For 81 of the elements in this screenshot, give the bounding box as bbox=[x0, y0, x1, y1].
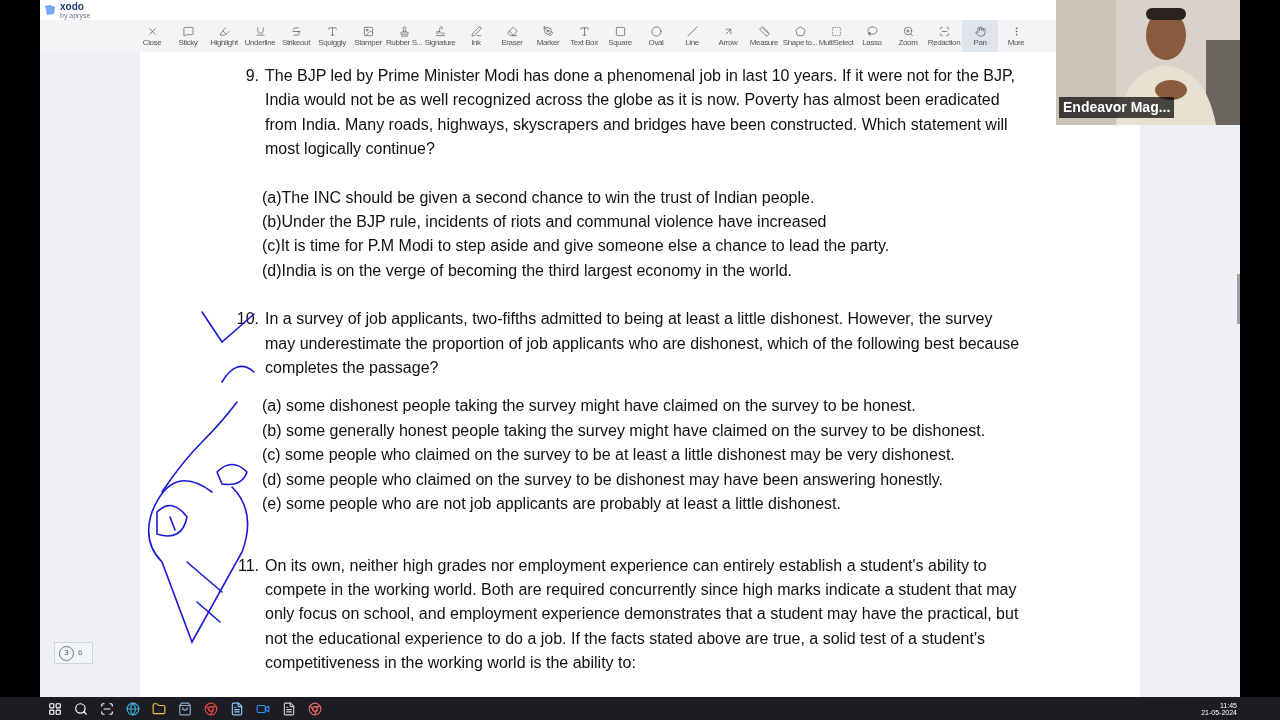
answer-option: (a) some dishonest people taking the survey might have claimed on the survey to be honest. bbox=[262, 394, 1140, 419]
toolbar-button[interactable]: Lasso bbox=[854, 20, 890, 52]
app-logo: xodo bbox=[60, 1, 85, 12]
answer-option: (b) some generally honest people taking the survey might have claimed on the survey to be dishonest. bbox=[262, 418, 1140, 444]
toolbar-button[interactable]: Stamper bbox=[350, 20, 386, 52]
highlighter-icon bbox=[218, 25, 230, 37]
scrollbar[interactable] bbox=[1237, 274, 1240, 324]
question-text-line: only focus on school, and employment experience demonstrates that a student may have the practical, but bbox=[265, 604, 1019, 625]
letter-icon bbox=[326, 25, 338, 37]
toolbar-button[interactable]: Squiggly bbox=[314, 20, 350, 52]
toolbar-button[interactable]: Measure bbox=[746, 20, 782, 52]
toolbar-button[interactable]: Oval bbox=[638, 20, 674, 52]
search-icon[interactable] bbox=[74, 701, 88, 716]
question-text-line: most logically continue? bbox=[265, 139, 436, 160]
logo-icon bbox=[44, 4, 56, 16]
question-text-line: On its own, neither high grades nor employment experience can entirely establish a student's ability to bbox=[265, 555, 988, 576]
question-text-line: The BJP led by Prime Minister Modi has done a phenomenal job in last 10 years. If it were not for the BJP, bbox=[265, 66, 1016, 86]
toolbar-button[interactable]: Square bbox=[602, 20, 638, 52]
image-icon bbox=[362, 25, 374, 37]
toolbar-button[interactable]: Line bbox=[674, 20, 710, 52]
signature-icon bbox=[434, 25, 446, 37]
ruler-icon bbox=[758, 25, 770, 37]
question-text-line: completes the passage? bbox=[265, 358, 440, 379]
participant-name: Endeavor Mag... bbox=[1059, 97, 1175, 118]
close-icon bbox=[146, 25, 158, 37]
answer-option: (c) some people who claimed on the survey to be at least a little dishonest may be very dishonest. bbox=[262, 443, 1140, 468]
toolbar-button[interactable]: Signature bbox=[422, 20, 458, 52]
question-text-line: from India. Many roads, highways, skyscrapers and bridges have been constructed. Which statement will bbox=[265, 114, 1009, 135]
question-text-line: competitiveness in the working world is the ability to: bbox=[265, 653, 637, 674]
document-icon[interactable] bbox=[230, 701, 244, 716]
answer-option: (a)The INC should be given a second chance to win the trust of Indian people. bbox=[262, 185, 1140, 211]
question-text-line: India would not be as well recognized across the globe as it is now. Poverty has almost been eradicated bbox=[265, 90, 1001, 111]
toolbar-button[interactable]: MultiSelect bbox=[818, 20, 854, 52]
redaction-icon bbox=[938, 25, 950, 37]
browser-icon[interactable] bbox=[126, 701, 140, 716]
toolbar-button[interactable]: Sticky bbox=[170, 20, 206, 52]
toolbar-button[interactable]: Strikeout bbox=[278, 20, 314, 52]
answer-option: (c)It is time for P.M Modi to step aside and give someone else a chance to lead the party. bbox=[262, 234, 1140, 259]
toolbar-button[interactable]: Zoom bbox=[890, 20, 926, 52]
folder-icon[interactable] bbox=[152, 701, 166, 716]
toolbar-button[interactable]: Text Box bbox=[566, 20, 602, 52]
underline-icon bbox=[254, 25, 266, 37]
store-icon[interactable] bbox=[178, 701, 192, 716]
answer-option: (b)Under the BJP rule, incidents of riots and communal violence have increased bbox=[262, 210, 1140, 235]
hand-icon bbox=[974, 25, 986, 37]
toolbar-button[interactable]: Eraser bbox=[494, 20, 530, 52]
strikethrough-icon bbox=[290, 25, 302, 37]
answer-option: (d)India is on the verge of becoming the third largest economy in the world. bbox=[262, 258, 1140, 284]
toolbar-button[interactable]: Redaction bbox=[926, 20, 962, 52]
marker-icon bbox=[542, 25, 554, 37]
toolbar-button[interactable]: Ink bbox=[458, 20, 494, 52]
question-text-line: may underestimate the proportion of job applicants who are dishonest, which of the following best because bbox=[265, 333, 1020, 354]
toolbar-button[interactable]: Arrow bbox=[710, 20, 746, 52]
windows-start-icon[interactable] bbox=[48, 701, 62, 716]
question-number: 9. bbox=[244, 66, 260, 86]
square-icon bbox=[614, 25, 626, 37]
page-total: 6 bbox=[78, 647, 83, 659]
toolbar-button[interactable]: More bbox=[998, 20, 1034, 52]
toolbar-button[interactable]: Marker bbox=[530, 20, 566, 52]
pen-icon bbox=[470, 25, 482, 37]
selection-icon bbox=[830, 25, 842, 37]
pentagon-icon bbox=[794, 25, 806, 37]
question-text-line: compete in the working world. Both are required concurrently since high marks indicate a student that may bbox=[265, 579, 1018, 600]
toolbar-button[interactable]: Close bbox=[134, 20, 170, 52]
toolbar-button[interactable]: Pan bbox=[962, 20, 998, 52]
eraser-icon bbox=[506, 25, 518, 37]
stamp-icon bbox=[398, 25, 410, 37]
question-text-line: not the educational experience to do a job. If the facts stated above are true, a solid test of a student's bbox=[265, 628, 986, 649]
comment-icon bbox=[182, 25, 194, 37]
toolbar-button[interactable]: Underline bbox=[242, 20, 278, 52]
text-icon bbox=[578, 25, 590, 37]
answer-option: (e) some people who are not job applicants are probably at least a little dishonest. bbox=[262, 492, 1140, 517]
toolbar-button[interactable]: Shape to... bbox=[782, 20, 818, 52]
question-number: 11. bbox=[236, 555, 260, 576]
toolbar-button[interactable]: Highlight bbox=[206, 20, 242, 52]
toolbar-button[interactable]: Rubber S... bbox=[386, 20, 422, 52]
question-text-line: In a survey of job applicants, two-fifths admitted to being at least a little dishonest. However, the survey bbox=[265, 309, 994, 330]
line-icon bbox=[686, 25, 698, 37]
answer-option: (d) some people who claimed on the survey to be dishonest may have been answering honestly. bbox=[262, 467, 1140, 493]
lasso-icon bbox=[866, 25, 878, 37]
circle-icon bbox=[650, 25, 662, 37]
